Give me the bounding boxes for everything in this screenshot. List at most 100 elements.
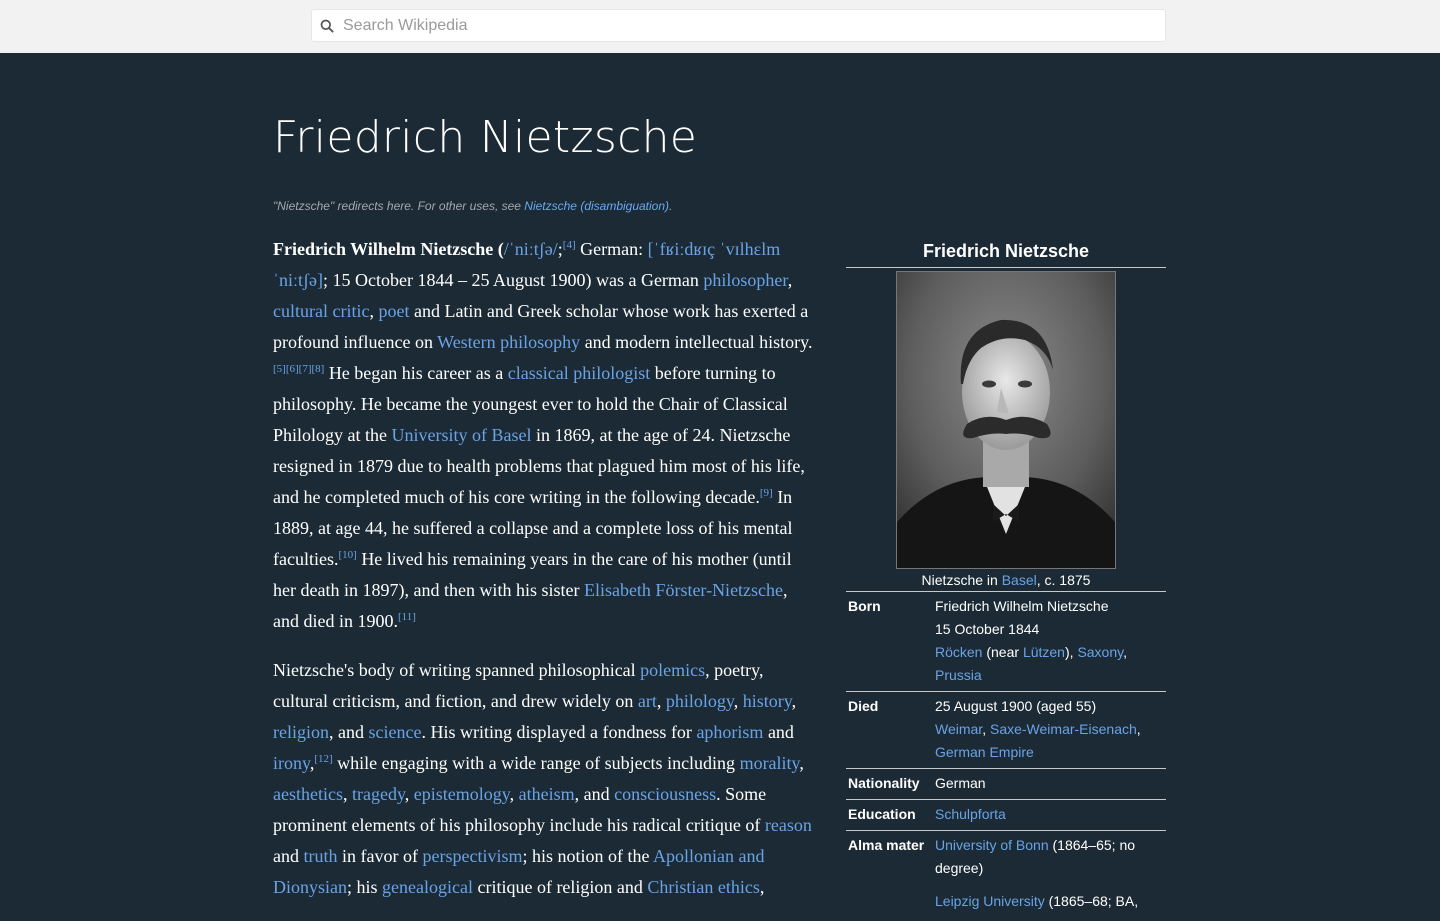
link-prussia[interactable]: Prussia (935, 667, 982, 683)
text: , (1136, 721, 1141, 737)
text: ; his notion of the (522, 846, 653, 866)
infobox-row-alma-mater: Alma mater University of Bonn (1864–65; … (846, 831, 1166, 917)
text: , (787, 270, 793, 290)
hatnote: "Nietzsche" redirects here. For other us… (273, 199, 873, 213)
citation-sup: [11] (398, 611, 416, 623)
infobox-row-born: Born Friedrich Wilhelm Nietzsche 15 Octo… (846, 592, 1166, 692)
text: ; his (347, 877, 383, 897)
link-philosopher[interactable]: philosopher (703, 270, 787, 290)
infobox-row-nationality: Nationality German (846, 769, 1166, 800)
link-tragedy[interactable]: tragedy (352, 784, 405, 804)
text: and (273, 846, 304, 866)
link-aphorism[interactable]: aphorism (696, 722, 763, 742)
died-place-2: German Empire (935, 741, 1166, 764)
text: , and (574, 784, 615, 804)
died-place: Weimar, Saxe-Weimar-Eisenach, (935, 718, 1166, 741)
citation-link[interactable]: [5][6][7][8] (273, 363, 324, 375)
link-elisabeth[interactable]: Elisabeth Förster-Nietzsche (584, 580, 783, 600)
text: , (982, 721, 990, 737)
link-religion[interactable]: religion (273, 722, 329, 742)
alma-mater-label: Alma mater (848, 837, 925, 853)
ipa-english-link[interactable]: /ˈniːtʃə/ (504, 239, 558, 259)
link-rocken[interactable]: Röcken (935, 644, 982, 660)
caption-basel-link[interactable]: Basel (1002, 572, 1037, 588)
link-university-of-basel[interactable]: University of Basel (392, 425, 532, 445)
link-weimar[interactable]: Weimar (935, 721, 982, 737)
born-label: Born (848, 598, 881, 614)
link-epistemology[interactable]: epistemology (414, 784, 510, 804)
link-consciousness[interactable]: consciousness (614, 784, 716, 804)
link-reason[interactable]: reason (765, 815, 812, 835)
link-western-philosophy[interactable]: Western philosophy (437, 332, 580, 352)
text: , (733, 691, 743, 711)
citation-link[interactable]: [9] (760, 487, 773, 499)
link-lutzen[interactable]: Lützen (1023, 644, 1065, 660)
link-irony[interactable]: irony (273, 753, 310, 773)
infobox-row-education: Education Schulpforta (846, 800, 1166, 831)
born-name: Friedrich Wilhelm Nietzsche (935, 598, 1109, 614)
link-truth[interactable]: truth (304, 846, 338, 866)
alma-mater-value: University of Bonn (1864–65; no degree) … (935, 834, 1166, 913)
hatnote-after: . (669, 199, 673, 213)
text: and (763, 722, 794, 742)
article-body: Friedrich Wilhelm Nietzsche (/ˈniːtʃə/;[… (273, 234, 818, 921)
citation-link[interactable]: [12] (314, 753, 332, 765)
link-saxe-weimar-eisenach[interactable]: Saxe-Weimar-Eisenach (990, 721, 1137, 737)
citation-sup: [10] (338, 549, 356, 561)
died-label: Died (848, 698, 879, 714)
lead-paragraph-1: Friedrich Wilhelm Nietzsche (/ˈniːtʃə/;[… (273, 234, 818, 637)
link-art[interactable]: art (638, 691, 657, 711)
text: He began his career as a (324, 363, 508, 383)
link-polemics[interactable]: polemics (640, 660, 705, 680)
infobox-row-died: Died 25 August 1900 (aged 55) Weimar, Sa… (846, 692, 1166, 769)
citation-sup: [12] (314, 753, 332, 765)
infobox: Friedrich Nietzsche Nietzsche in Basel, … (846, 236, 1166, 917)
link-saxony[interactable]: Saxony (1077, 644, 1123, 660)
link-german-empire[interactable]: German Empire (935, 744, 1034, 760)
disambiguation-link[interactable]: Nietzsche (disambiguation) (524, 199, 669, 213)
link-atheism[interactable]: atheism (519, 784, 575, 804)
citation-link[interactable]: [10] (338, 549, 356, 561)
citation-sup: [4] (563, 239, 576, 251)
link-science[interactable]: science (369, 722, 422, 742)
education-label: Education (848, 806, 916, 822)
text: , (799, 753, 804, 773)
search-input[interactable] (343, 10, 1143, 41)
text: , (656, 691, 666, 711)
citation-sup: [5][6][7][8] (273, 363, 324, 375)
caption-text: Nietzsche in (921, 572, 1002, 588)
link-leipzig-university[interactable]: Leipzig University (935, 893, 1045, 909)
text: , (759, 877, 765, 897)
caption-text: , c. 1875 (1036, 572, 1091, 588)
photo-caption: Nietzsche in Basel, c. 1875 (846, 569, 1166, 592)
link-classical-philologist[interactable]: classical philologist (508, 363, 650, 383)
text: (near (982, 644, 1023, 660)
link-perspectivism[interactable]: perspectivism (422, 846, 522, 866)
link-aesthetics[interactable]: aesthetics (273, 784, 343, 804)
infobox-title: Friedrich Nietzsche (846, 236, 1166, 268)
link-university-of-bonn[interactable]: University of Bonn (935, 837, 1049, 853)
citation-link[interactable]: [11] (398, 611, 416, 623)
link-cultural-critic[interactable]: cultural critic (273, 301, 369, 321)
link-poet[interactable]: poet (378, 301, 409, 321)
link-morality[interactable]: morality (740, 753, 800, 773)
link-philology[interactable]: philology (666, 691, 734, 711)
portrait-photo[interactable] (896, 271, 1116, 569)
link-history[interactable]: history (743, 691, 792, 711)
lead-paragraph-2: Nietzsche's body of writing spanned phil… (273, 655, 818, 903)
search-box[interactable] (311, 9, 1166, 42)
text: in favor of (337, 846, 423, 866)
born-value: Friedrich Wilhelm Nietzsche 15 October 1… (935, 595, 1166, 687)
text: while engaging with a wide range of subj… (332, 753, 740, 773)
text: German: (575, 239, 648, 259)
citation-link[interactable]: [4] (563, 239, 576, 251)
link-schulpforta[interactable]: Schulpforta (935, 806, 1006, 822)
link-genealogical[interactable]: genealogical (382, 877, 473, 897)
died-value: 25 August 1900 (aged 55) Weimar, Saxe-We… (935, 695, 1166, 764)
link-christian-ethics[interactable]: Christian ethics (647, 877, 759, 897)
text: and modern intellectual history. (580, 332, 813, 352)
top-bar (0, 0, 1440, 53)
text: , (791, 691, 797, 711)
page-title: Friedrich Nietzsche (273, 112, 698, 163)
text: , (509, 784, 519, 804)
